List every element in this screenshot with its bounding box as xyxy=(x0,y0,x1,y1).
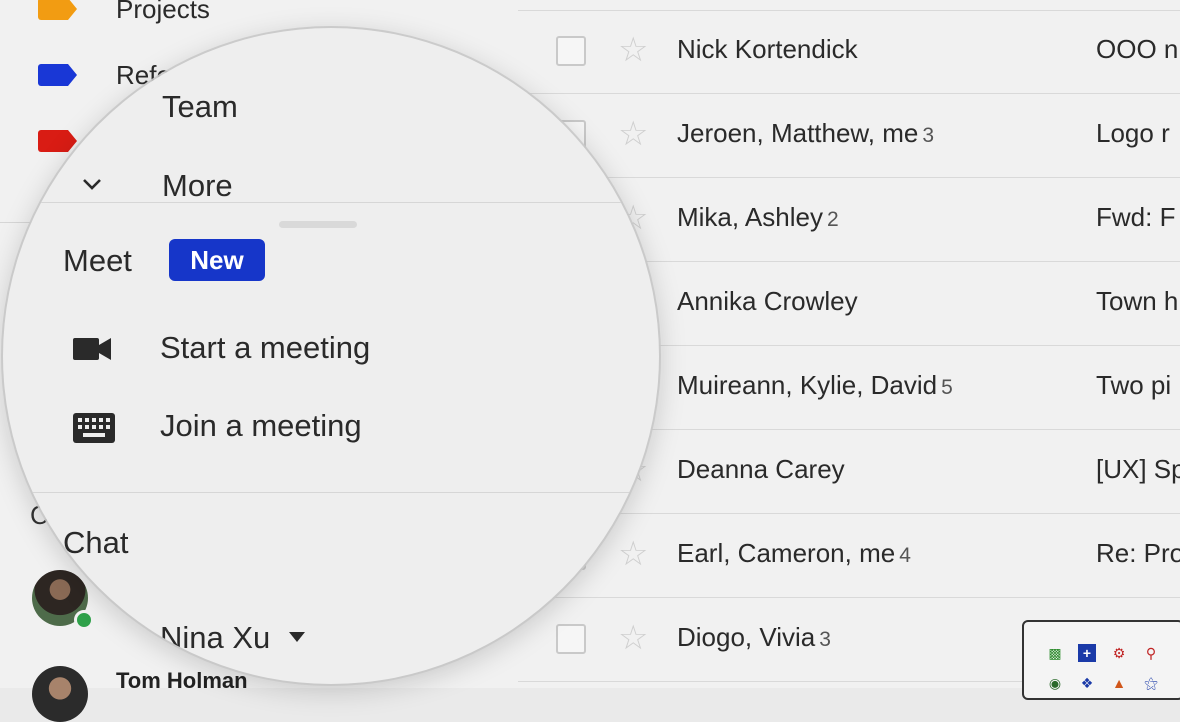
email-subject: OOO n xyxy=(1096,34,1179,64)
star-icon[interactable]: ☆ xyxy=(618,32,648,68)
email-row[interactable]: ☆ Nick Kortendick OOO n xyxy=(518,10,1180,94)
email-row[interactable]: ☆ Jeroen, Matthew, me 3 Logo r xyxy=(518,94,1180,178)
star-icon[interactable]: ☆ xyxy=(618,536,648,572)
row-checkbox[interactable] xyxy=(556,624,586,654)
globe-icon[interactable]: ◉ xyxy=(1046,674,1064,692)
sender-names: Mika, Ashley xyxy=(677,202,823,232)
network-icon[interactable]: ▩ xyxy=(1046,644,1064,662)
sidebar-item-team[interactable]: Team xyxy=(162,89,238,125)
sidebar-label-text: Projects xyxy=(116,0,210,24)
bluetooth-icon[interactable]: ❖ xyxy=(1078,674,1096,692)
section-divider xyxy=(3,202,659,203)
meet-section-title: Meet xyxy=(63,243,132,278)
avatar[interactable] xyxy=(32,666,88,722)
new-badge: New xyxy=(169,239,265,281)
email-subject: Two pi xyxy=(1096,370,1172,400)
email-sender: Muireann, Kylie, David 5 xyxy=(677,370,953,401)
chevron-down-icon[interactable] xyxy=(81,173,103,195)
email-subject: [UX] Sp xyxy=(1096,454,1180,484)
email-subject: Town h xyxy=(1096,286,1179,316)
chat-contact-name[interactable]: Tom Holman xyxy=(116,668,248,694)
sidebar-label-red[interactable] xyxy=(38,126,77,156)
star-icon[interactable]: ☆ xyxy=(618,116,648,152)
label-tag-icon xyxy=(38,0,77,20)
sender-names: Muireann, Kylie, David xyxy=(677,370,938,400)
start-meeting-button[interactable]: Start a meeting xyxy=(160,330,370,366)
label-tag-icon xyxy=(38,64,77,86)
email-sender: Diogo, Vivia 3 xyxy=(677,622,831,653)
join-meeting-button[interactable]: Join a meeting xyxy=(160,408,362,444)
sender-names: Diogo, Vivia xyxy=(677,622,816,652)
email-sender: Annika Crowley xyxy=(677,286,862,317)
email-row[interactable]: ☆ Earl, Cameron, me 4 Re: Pro xyxy=(518,514,1180,598)
email-sender: Earl, Cameron, me 4 xyxy=(677,538,911,569)
system-tray: ▩ + ⚙ ⚲ ◉ ❖ ▲ ⚝ xyxy=(1022,620,1180,700)
sender-names: Earl, Cameron, me xyxy=(677,538,896,568)
chat-user-name[interactable]: Nina Xu xyxy=(160,620,270,656)
shield-icon[interactable]: ▲ xyxy=(1110,674,1128,692)
sidebar-item-more[interactable]: More xyxy=(162,168,233,204)
sidebar-label-projects[interactable]: Projects xyxy=(38,0,210,24)
video-camera-icon xyxy=(73,338,111,360)
drag-handle[interactable] xyxy=(279,221,357,228)
section-divider xyxy=(3,492,659,493)
email-sender: Deanna Carey xyxy=(677,454,849,485)
star-icon[interactable]: ☆ xyxy=(618,620,648,656)
sender-names: Annika Crowley xyxy=(677,286,858,316)
tools-icon[interactable]: ⚙ xyxy=(1110,644,1128,662)
keyboard-icon xyxy=(73,413,115,443)
chat-section-title: Chat xyxy=(63,525,129,560)
presence-dot-icon xyxy=(74,610,94,630)
thread-count: 4 xyxy=(899,544,911,567)
thread-count: 2 xyxy=(826,208,839,231)
row-checkbox[interactable] xyxy=(556,36,586,66)
magnifier-lens: Team More Meet New Start a meeting Join … xyxy=(3,28,659,684)
thread-count: 3 xyxy=(922,124,935,147)
email-sender: Jeroen, Matthew, me 3 xyxy=(677,118,934,149)
plus-icon[interactable]: + xyxy=(1078,644,1096,662)
email-subject: Fwd: F xyxy=(1096,202,1176,232)
sender-names: Nick Kortendick xyxy=(677,34,858,64)
sender-names: Deanna Carey xyxy=(677,454,845,484)
label-tag-icon xyxy=(38,130,77,152)
caret-down-icon[interactable] xyxy=(289,632,305,642)
thread-count: 5 xyxy=(941,376,953,399)
email-subject: Re: Pro xyxy=(1096,538,1180,568)
usb-icon[interactable]: ⚝ xyxy=(1142,674,1160,692)
thread-count: 3 xyxy=(819,628,831,651)
search-icon[interactable]: ⚲ xyxy=(1142,644,1160,662)
email-subject: Logo r xyxy=(1096,118,1170,148)
sender-names: Jeroen, Matthew, me xyxy=(677,118,919,148)
email-sender: Nick Kortendick xyxy=(677,34,862,65)
email-sender: Mika, Ashley 2 xyxy=(677,202,839,233)
